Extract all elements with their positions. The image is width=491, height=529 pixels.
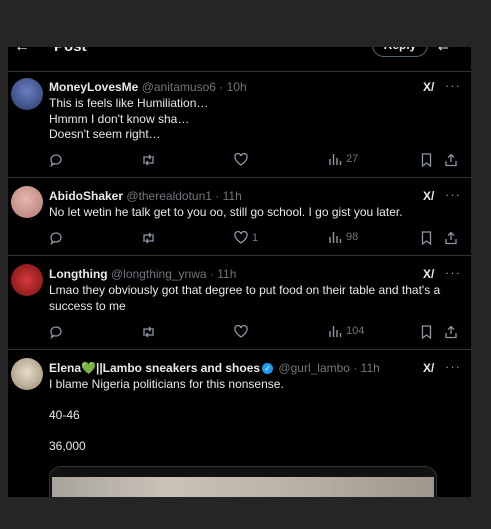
repost-action[interactable]	[141, 153, 156, 167]
tweet-line: Doesn't seem right…	[49, 127, 161, 141]
tweet-line: Hmmm I don't know sha…	[49, 111, 190, 126]
grok-icon[interactable]: X/	[423, 361, 434, 375]
share-icon	[445, 153, 457, 167]
views-icon	[329, 232, 342, 243]
share-icon	[445, 325, 457, 339]
heart-icon	[234, 231, 248, 244]
avatar[interactable]	[11, 264, 43, 296]
tweet-text: No let wetin he talk get to you oo, stil…	[49, 205, 459, 221]
view-count: 98	[346, 231, 359, 243]
reply-action[interactable]	[49, 153, 63, 167]
like-count: 1	[252, 231, 259, 244]
tweet-header: AbidoShaker @therealdotun1 · 11h	[49, 189, 242, 203]
tweet-text: This is feels like Humiliation… Hmmm I d…	[49, 96, 459, 143]
views-action[interactable]: 104	[329, 325, 364, 337]
more-options-icon[interactable]: ···	[445, 78, 461, 93]
share-action[interactable]	[444, 153, 458, 167]
reply-icon	[50, 326, 62, 339]
bookmark-icon	[421, 325, 432, 339]
post-thread: ← Post Reply ⇄ MoneyLovesMe @anitamuso6 …	[8, 47, 471, 497]
bookmark-icon	[421, 153, 432, 167]
grok-icon[interactable]: X/	[423, 189, 434, 203]
repost-action[interactable]	[141, 231, 156, 245]
tweet[interactable]: Elena💚||Lambo sneakers and shoes ✓ @gurl_…	[8, 349, 471, 497]
top-bar: ← Post Reply ⇄	[8, 47, 471, 65]
tweet-text: Lmao they obviously got that degree to p…	[49, 283, 459, 314]
bookmark-icon	[421, 231, 432, 245]
user-handle[interactable]: @gurl_lambo	[278, 361, 350, 375]
heart-icon	[234, 325, 248, 338]
avatar[interactable]	[11, 78, 43, 110]
repost-icon	[143, 326, 154, 338]
user-handle[interactable]: @anitamuso6	[142, 80, 216, 94]
tweet-line: I blame Nigeria politicians for this non…	[49, 377, 284, 391]
tweet-line	[49, 393, 459, 409]
bookmark-action[interactable]	[421, 153, 432, 167]
view-count: 27	[346, 153, 359, 165]
tweet-header: Longthing @longthing_ynwa · 11h	[49, 267, 236, 281]
back-arrow-icon[interactable]: ←	[14, 47, 30, 56]
timestamp[interactable]: · 11h	[210, 267, 236, 281]
like-action[interactable]	[234, 325, 248, 338]
user-handle[interactable]: @therealdotun1	[126, 189, 212, 203]
tweet-actions: 1 98	[49, 231, 469, 247]
tweet-media[interactable]	[49, 466, 437, 497]
bookmark-action[interactable]	[421, 325, 432, 339]
reply-action[interactable]	[49, 325, 63, 339]
share-action[interactable]	[444, 325, 458, 339]
views-icon	[329, 326, 342, 337]
views-action[interactable]: 27	[329, 153, 358, 165]
reply-action[interactable]	[49, 231, 63, 245]
view-count: 104	[346, 325, 365, 337]
tweet[interactable]: MoneyLovesMe @anitamuso6 · 10h X/ ··· Th…	[8, 71, 471, 178]
avatar[interactable]	[11, 186, 43, 218]
tweet-actions: 27	[49, 153, 469, 169]
verified-badge-icon: ✓	[262, 363, 274, 375]
tweet-line	[49, 424, 459, 440]
timestamp[interactable]: · 10h	[219, 80, 246, 94]
reply-button[interactable]: Reply	[372, 47, 428, 57]
share-action[interactable]	[444, 231, 458, 245]
grok-icon[interactable]: X/	[423, 80, 434, 94]
display-name[interactable]: MoneyLovesMe	[49, 80, 138, 94]
heart-icon	[234, 153, 248, 166]
like-action[interactable]	[234, 153, 248, 166]
more-options-icon[interactable]: ···	[445, 359, 461, 374]
display-name[interactable]: Longthing	[49, 267, 108, 281]
display-name[interactable]: AbidoShaker	[49, 189, 123, 203]
repost-action[interactable]	[141, 325, 156, 339]
tweet-line: 36,000	[49, 439, 86, 453]
tweet-line: 40-46	[49, 408, 80, 422]
views-icon	[329, 154, 342, 165]
tweet-header: MoneyLovesMe @anitamuso6 · 10h	[49, 80, 247, 94]
like-action[interactable]: 1	[234, 231, 258, 244]
user-handle[interactable]: @longthing_ynwa	[111, 267, 207, 281]
reply-icon	[50, 232, 62, 245]
repost-icon	[143, 232, 154, 244]
views-action[interactable]: 98	[329, 231, 358, 243]
media-image[interactable]	[52, 477, 434, 497]
tweet[interactable]: Longthing @longthing_ynwa · 11h X/ ··· L…	[8, 255, 471, 350]
avatar[interactable]	[11, 358, 43, 390]
tweet-line: This is feels like Humiliation…	[49, 96, 209, 110]
timestamp[interactable]: · 11h	[353, 361, 379, 375]
bookmark-action[interactable]	[421, 231, 432, 245]
more-options-icon[interactable]: ···	[445, 265, 461, 280]
display-name[interactable]: Elena💚||Lambo sneakers and shoes	[49, 361, 260, 375]
timestamp[interactable]: · 11h	[215, 189, 241, 203]
tweet[interactable]: AbidoShaker @therealdotun1 · 11h X/ ··· …	[8, 177, 471, 256]
reader-mode-icon[interactable]: ⇄	[438, 47, 449, 54]
tweet-actions: 104	[49, 325, 469, 341]
tweet-text: I blame Nigeria politicians for this non…	[49, 377, 459, 455]
tweet-line: No let wetin he talk get to you oo, stil…	[49, 205, 403, 219]
share-icon	[445, 231, 457, 245]
reply-icon	[50, 154, 62, 167]
repost-icon	[143, 154, 154, 166]
grok-icon[interactable]: X/	[423, 267, 434, 281]
tweet-header: Elena💚||Lambo sneakers and shoes ✓ @gurl_…	[49, 361, 380, 375]
tweet-line: Lmao they obviously got that degree to p…	[49, 283, 441, 313]
page-title: Post	[54, 47, 87, 55]
more-options-icon[interactable]: ···	[445, 187, 461, 202]
